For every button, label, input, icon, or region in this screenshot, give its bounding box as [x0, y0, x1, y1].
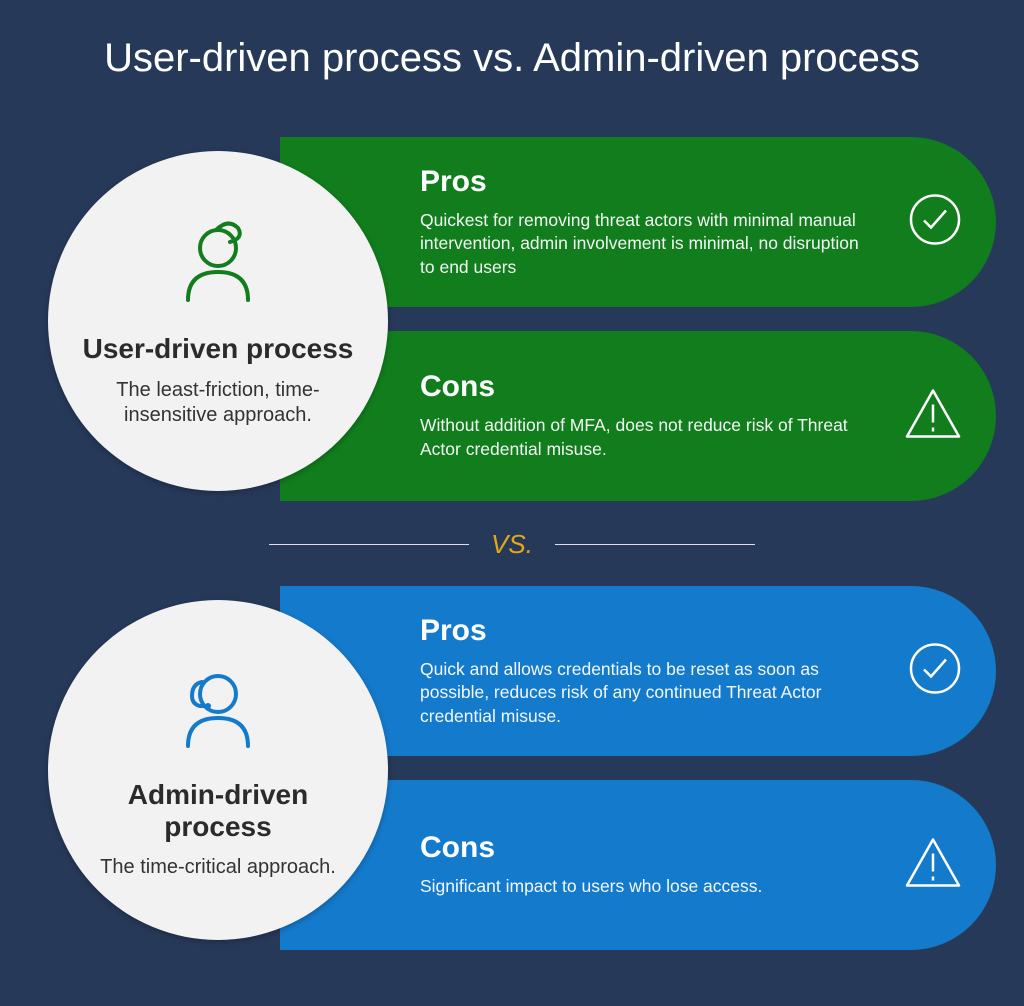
user-person-icon	[168, 214, 268, 319]
warning-triangle-icon	[904, 836, 962, 895]
user-cons-pill: Cons Without addition of MFA, does not r…	[280, 331, 996, 501]
admin-circle-title: Admin-driven process	[78, 779, 358, 843]
user-circle: User-driven process The least-friction, …	[48, 151, 388, 491]
user-circle-title: User-driven process	[83, 333, 354, 365]
admin-pros-text: Pros Quick and allows credentials to be …	[280, 614, 996, 729]
admin-driven-section: Pros Quick and allows credentials to be …	[0, 580, 1024, 960]
admin-cons-label: Cons	[420, 831, 876, 865]
user-pros-pill: Pros Quickest for removing threat actors…	[280, 137, 996, 307]
vs-divider: VS.	[0, 529, 1024, 560]
admin-pros-body: Quick and allows credentials to be reset…	[420, 658, 876, 729]
page-title: User-driven process vs. Admin-driven pro…	[0, 0, 1024, 81]
admin-circle: Admin-driven process The time-critical a…	[48, 600, 388, 940]
user-cons-text: Cons Without addition of MFA, does not r…	[280, 370, 996, 461]
check-circle-icon	[908, 642, 962, 701]
admin-cons-pill: Cons Significant impact to users who los…	[280, 780, 996, 950]
user-driven-section: Pros Quickest for removing threat actors…	[0, 131, 1024, 511]
admin-headset-icon	[168, 660, 268, 765]
admin-cons-text: Cons Significant impact to users who los…	[280, 831, 996, 899]
admin-cons-body: Significant impact to users who lose acc…	[420, 875, 876, 899]
user-circle-subtitle: The least-friction, time-insensitive app…	[78, 378, 358, 428]
user-pros-text: Pros Quickest for removing threat actors…	[280, 165, 996, 280]
vs-line-left	[269, 544, 469, 545]
admin-circle-subtitle: The time-critical approach.	[100, 855, 336, 880]
admin-pros-pill: Pros Quick and allows credentials to be …	[280, 586, 996, 756]
check-circle-icon	[908, 193, 962, 252]
admin-pros-label: Pros	[420, 614, 876, 648]
user-cons-body: Without addition of MFA, does not reduce…	[420, 414, 876, 461]
user-pros-label: Pros	[420, 165, 876, 199]
vs-line-right	[555, 544, 755, 545]
vs-label: VS.	[491, 529, 533, 560]
user-cons-label: Cons	[420, 370, 876, 404]
user-pros-body: Quickest for removing threat actors with…	[420, 209, 876, 280]
warning-triangle-icon	[904, 387, 962, 446]
